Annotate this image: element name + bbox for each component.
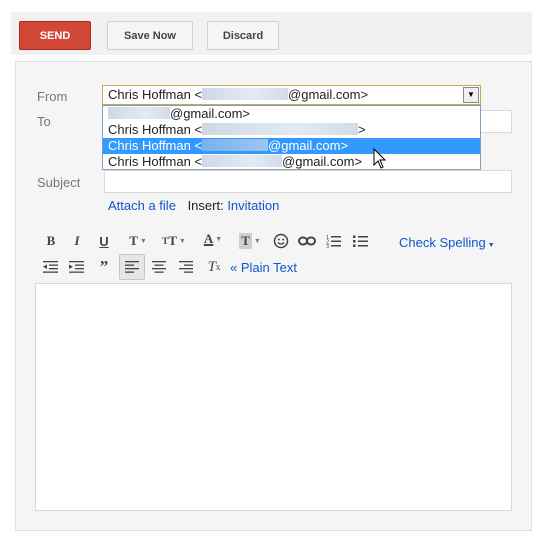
redacted-email (202, 155, 283, 167)
align-center-icon[interactable] (150, 258, 168, 276)
italic-icon[interactable]: I (68, 232, 86, 250)
option-domain: @gmail.com> (170, 106, 251, 121)
font-icon[interactable]: T ▼ (123, 232, 153, 250)
from-selected-name: Chris Hoffman < (108, 87, 203, 102)
dropdown-arrow-icon[interactable]: ▼ (463, 87, 479, 103)
from-select[interactable]: Chris Hoffman < @gmail.com> ▼ (102, 85, 481, 105)
numbered-list-icon[interactable]: 123 (325, 232, 343, 250)
subject-label: Subject (37, 175, 81, 190)
redacted-email (202, 139, 269, 151)
emoji-icon[interactable] (272, 232, 290, 250)
redacted-email (202, 88, 289, 100)
from-dropdown-list: @gmail.com> Chris Hoffman < > Chris Hoffm… (102, 105, 481, 170)
to-label: To (37, 114, 51, 129)
quote-icon[interactable]: ” (95, 257, 113, 276)
attach-row: Attach a file Insert: Invitation (108, 198, 279, 213)
option-domain: @gmail.com> (282, 154, 363, 169)
svg-text:3: 3 (326, 244, 329, 248)
redacted-email (108, 107, 170, 119)
invitation-link[interactable]: Invitation (227, 198, 279, 213)
from-option[interactable]: Chris Hoffman < @gmail.com> (103, 154, 480, 170)
attach-file-link[interactable]: Attach a file (108, 198, 176, 213)
text-color-icon[interactable]: A ▼ (197, 230, 229, 248)
insert-label: Insert: (187, 198, 224, 213)
link-icon[interactable] (298, 232, 316, 250)
option-name: Chris Hoffman < (108, 154, 203, 169)
send-button[interactable]: SEND (19, 21, 91, 50)
message-body-editor[interactable] (35, 283, 512, 511)
discard-button[interactable]: Discard (207, 21, 279, 50)
indent-less-icon[interactable] (42, 258, 60, 276)
from-option[interactable]: @gmail.com> (103, 106, 480, 122)
indent-more-icon[interactable] (68, 258, 86, 276)
from-option[interactable]: Chris Hoffman < > (103, 122, 480, 138)
align-right-icon[interactable] (177, 258, 195, 276)
align-left-icon[interactable] (119, 254, 145, 280)
option-name: Chris Hoffman < (108, 122, 203, 137)
plain-text-link[interactable]: « Plain Text (230, 260, 297, 275)
option-name: Chris Hoffman < (108, 138, 203, 153)
underline-icon[interactable]: U (95, 232, 113, 250)
bulleted-list-icon[interactable] (352, 232, 370, 250)
option-domain: > (358, 122, 366, 137)
save-now-button[interactable]: Save Now (107, 21, 193, 50)
from-label: From (37, 89, 68, 104)
from-option-selected[interactable]: Chris Hoffman < @gmail.com> (103, 138, 480, 154)
subject-field[interactable] (104, 170, 512, 193)
mouse-pointer-icon (373, 148, 387, 169)
check-spelling-label: Check Spelling (399, 235, 486, 250)
from-selected-domain: @gmail.com> (288, 87, 369, 102)
font-size-icon[interactable]: T T ▼ (158, 232, 190, 250)
redacted-email (202, 123, 359, 135)
remove-formatting-icon[interactable]: Tx (205, 258, 223, 276)
plain-text-label: « Plain Text (230, 260, 297, 275)
check-spelling-button[interactable]: Check Spelling ▼ (399, 235, 495, 250)
highlight-color-icon[interactable]: T ▼ (234, 232, 266, 250)
bold-icon[interactable]: B (42, 232, 60, 250)
option-domain: @gmail.com> (268, 138, 349, 153)
